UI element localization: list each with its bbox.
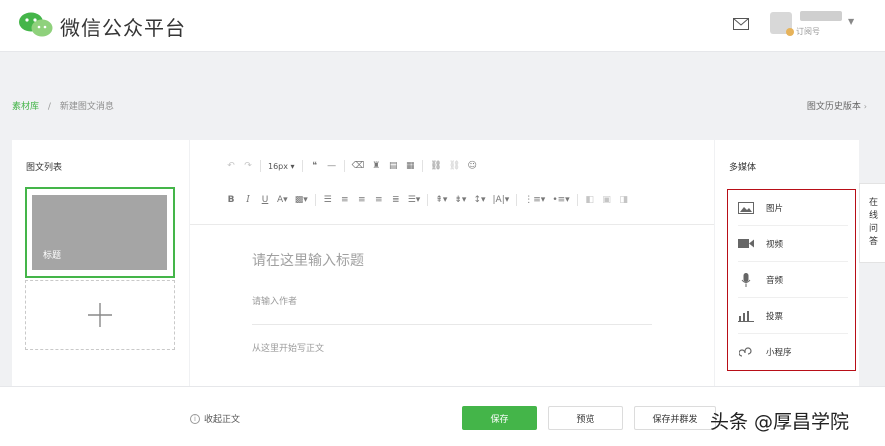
multimedia-highlight-box: 图片 视频 音频 投票 小程序	[727, 189, 856, 371]
account-name-blurred[interactable]	[800, 11, 842, 21]
badge-icon	[786, 27, 794, 36]
title-input[interactable]: 请在这里输入标题	[252, 250, 364, 270]
media-item-video[interactable]: 视频	[738, 226, 848, 262]
align-center-icon[interactable]: ≡	[357, 193, 367, 207]
float-none-icon[interactable]: ▣	[602, 193, 612, 207]
media-item-mini-program[interactable]: 小程序	[738, 334, 848, 370]
wechat-logo-icon	[19, 12, 53, 37]
align-justify-icon[interactable]: ≣	[391, 193, 401, 207]
history-version-label: 图文历史版本	[806, 102, 861, 112]
toolbar-divider	[301, 160, 303, 172]
watermark-text: 头条 @厚昌学院	[710, 411, 850, 433]
italic-icon[interactable]: I	[243, 193, 253, 207]
toolbar-row-2: B I U A▾ ▩▾ ☰ ≡ ≡ ≡ ≣ ☰▾ ⇞▾ ⇟▾ ↕▾ |A|▾ ⋮…	[226, 192, 629, 208]
paragraph-spacing-before-icon[interactable]: ⇞▾	[435, 193, 447, 207]
cover-title-label: 标题	[43, 251, 62, 261]
line-height-icon[interactable]: ↕▾	[473, 193, 485, 207]
collapse-body-label: 收起正文	[204, 415, 241, 425]
letter-spacing-icon[interactable]: |A|▾	[493, 193, 510, 207]
footer-bar: i 收起正文 保存 预览 保存并群发 头条 @厚昌学院	[0, 386, 885, 446]
format-painter-icon[interactable]: ♜	[371, 159, 381, 173]
toolbar-divider	[427, 194, 429, 206]
toolbar-row-1: ↶ ↷ 16px ▾ ❝ — ⌫ ♜ ▤ ▦ ⛓ ⛓ ☺	[226, 158, 477, 174]
link-icon[interactable]: ⛓	[430, 159, 441, 173]
top-header: 微信公众平台 订阅号 ▼	[0, 0, 885, 52]
chevron-down-icon[interactable]: ▼	[848, 17, 854, 26]
author-input[interactable]: 请输入作者	[252, 294, 297, 307]
unordered-list-icon[interactable]: •≡▾	[552, 193, 569, 207]
body-editor[interactable]: 从这里开始写正文	[252, 341, 324, 354]
float-left-icon[interactable]: ◧	[585, 193, 595, 207]
account-type-label: 订阅号	[796, 27, 820, 36]
media-item-vote[interactable]: 投票	[738, 298, 848, 334]
font-size-select[interactable]: 16px ▾	[268, 159, 295, 173]
article-list-panel: 图文列表 标题	[12, 140, 189, 386]
paragraph-spacing-after-icon[interactable]: ⇟▾	[454, 193, 466, 207]
author-underline	[252, 324, 652, 325]
ordered-list-icon[interactable]: ⋮≡▾	[524, 193, 545, 207]
align-right-icon[interactable]: ≡	[374, 193, 384, 207]
toolbar-divider-line	[190, 224, 714, 225]
cover-thumbnail: 标题	[32, 195, 167, 270]
toolbar-divider	[576, 194, 578, 206]
multimedia-title: 多媒体	[729, 163, 757, 173]
microphone-icon	[738, 272, 754, 287]
align-left-icon[interactable]: ≡	[340, 193, 350, 207]
bold-icon[interactable]: B	[226, 193, 236, 207]
toolbar-divider	[343, 160, 345, 172]
redo-icon[interactable]: ↷	[243, 159, 253, 173]
undo-icon[interactable]: ↶	[226, 159, 236, 173]
toolbar-divider	[314, 194, 316, 206]
float-right-icon[interactable]: ◨	[619, 193, 629, 207]
article-cover-card[interactable]: 标题	[25, 187, 175, 278]
media-item-image[interactable]: 图片	[738, 190, 848, 226]
preview-button[interactable]: 预览	[548, 406, 623, 430]
article-list-title: 图文列表	[26, 163, 63, 173]
background-color-icon[interactable]: ▩▾	[295, 193, 308, 207]
media-item-label: 音频	[766, 275, 784, 286]
chevron-right-icon: ›	[863, 102, 867, 111]
media-item-label: 图片	[766, 203, 784, 214]
font-color-icon[interactable]: A▾	[277, 193, 288, 207]
font-size-value: 16px	[268, 161, 288, 171]
clear-format-icon[interactable]: ⌫	[352, 159, 365, 173]
video-icon	[738, 237, 754, 251]
online-qa-tab[interactable]: 在线问答	[859, 183, 885, 263]
media-item-label: 小程序	[766, 348, 792, 358]
document-icon[interactable]: ▦	[405, 159, 415, 173]
toolbar-divider	[516, 194, 518, 206]
breadcrumb-current: 新建图文消息	[59, 102, 114, 112]
toolbar-divider	[422, 160, 424, 172]
media-item-audio[interactable]: 音频	[738, 262, 848, 298]
add-article-button[interactable]	[25, 280, 175, 350]
emoji-icon[interactable]: ☺	[467, 159, 477, 173]
plus-icon	[88, 303, 112, 327]
horizontal-rule-icon[interactable]: —	[327, 159, 337, 173]
mail-icon[interactable]	[733, 18, 749, 30]
multimedia-panel: 多媒体 图片 视频 音频 投票 小程序	[715, 140, 859, 386]
bar-chart-icon	[738, 309, 754, 323]
media-item-label: 投票	[766, 311, 784, 322]
info-icon: i	[190, 413, 200, 424]
breadcrumb-library-link[interactable]: 素材库	[12, 102, 39, 112]
breadcrumb: 素材库 / 新建图文消息	[12, 99, 114, 112]
indent-more-icon[interactable]: ☰▾	[408, 193, 421, 207]
indent-icon[interactable]: ☰	[323, 193, 333, 207]
underline-icon[interactable]: U	[260, 193, 270, 207]
toolbar-divider	[260, 160, 261, 172]
mini-program-icon	[738, 345, 754, 359]
image-icon	[738, 201, 754, 215]
blockquote-icon[interactable]: ❝	[310, 159, 320, 173]
editor-panel: ↶ ↷ 16px ▾ ❝ — ⌫ ♜ ▤ ▦ ⛓ ⛓ ☺ B I U A▾ ▩▾…	[190, 140, 714, 386]
history-version-link[interactable]: 图文历史版本 ›	[807, 99, 867, 112]
unlink-icon[interactable]: ⛓	[449, 159, 460, 173]
template-icon[interactable]: ▤	[388, 159, 398, 173]
media-item-label: 视频	[766, 239, 784, 250]
brand-title: 微信公众平台	[60, 16, 186, 40]
save-and-mass-send-button[interactable]: 保存并群发	[634, 406, 716, 430]
breadcrumb-separator: /	[47, 102, 51, 112]
account-type-badge: 订阅号	[786, 26, 820, 37]
save-button[interactable]: 保存	[462, 406, 537, 430]
collapse-body-toggle[interactable]: i 收起正文	[190, 412, 240, 425]
